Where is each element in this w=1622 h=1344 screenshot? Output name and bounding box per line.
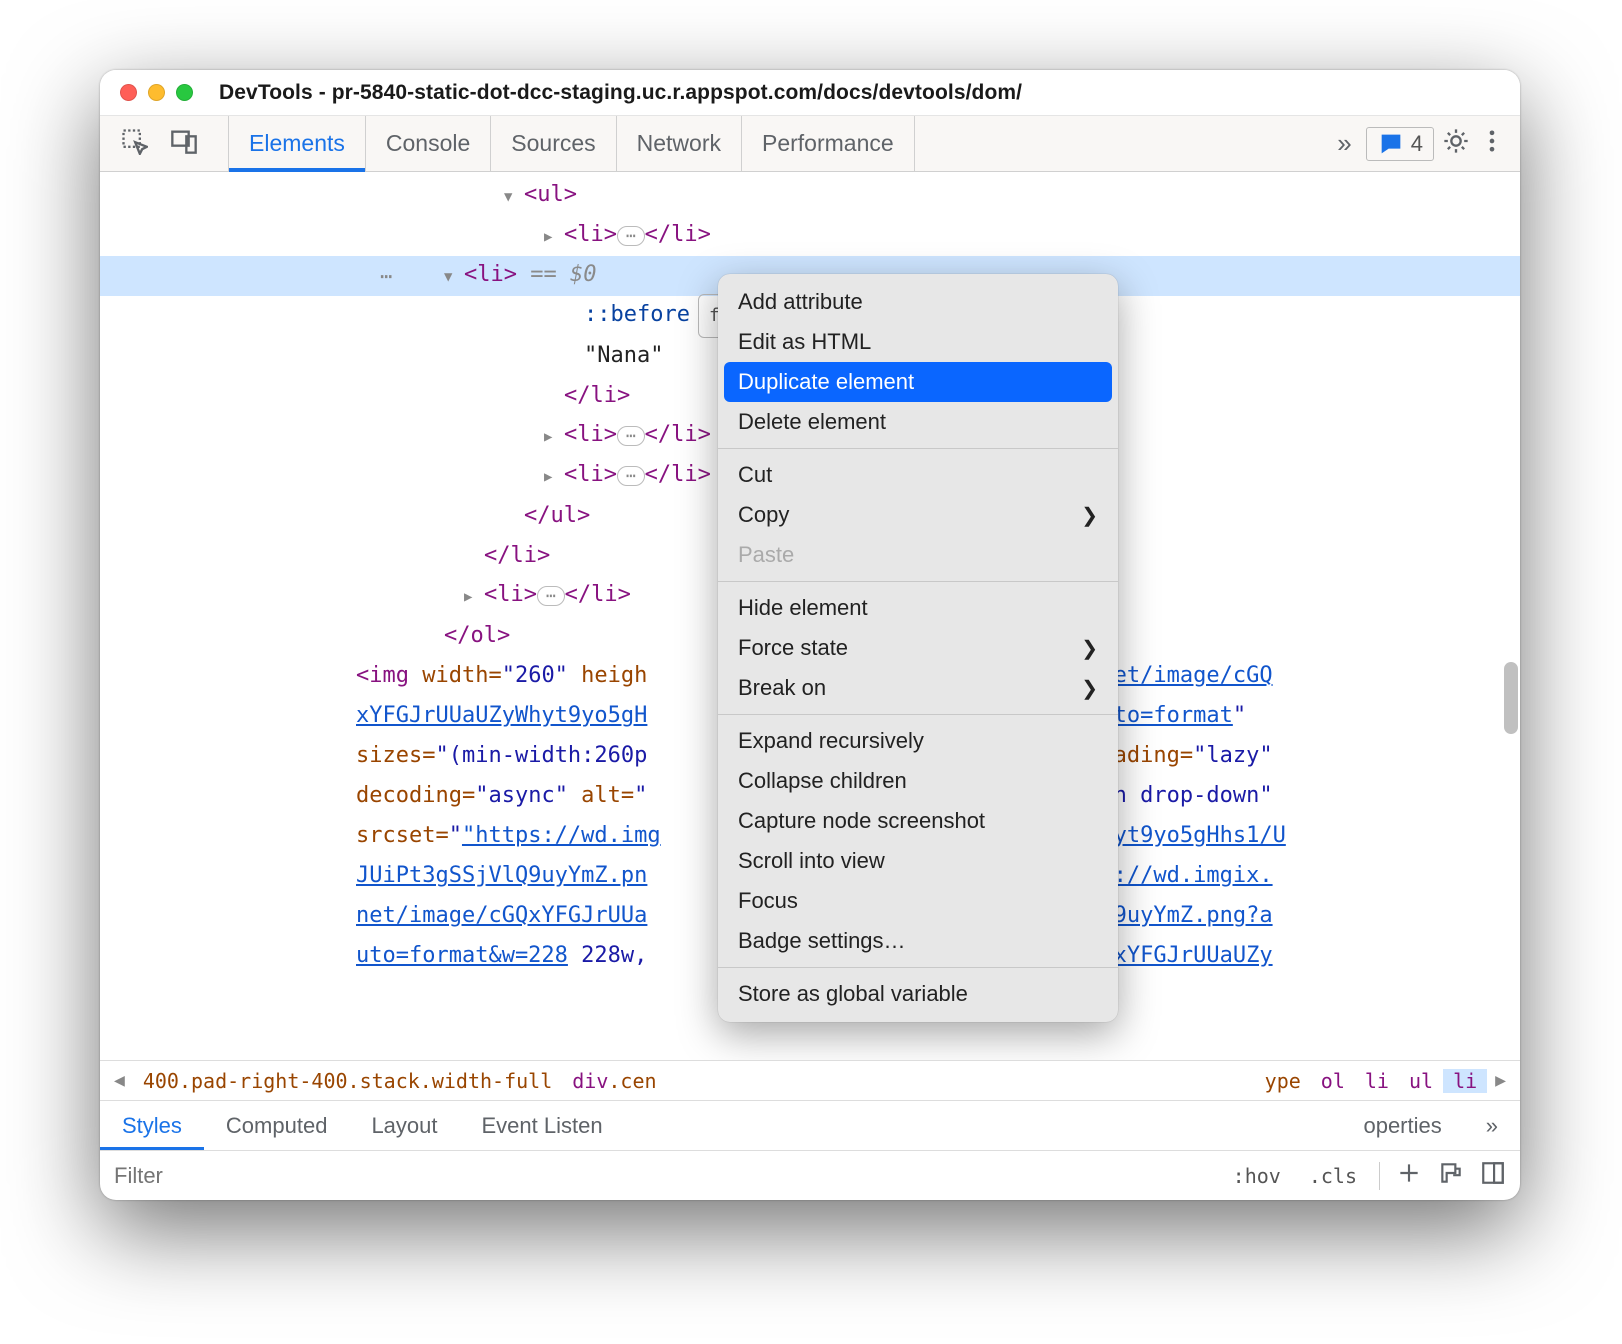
menu-expand-recursively[interactable]: Expand recursively	[718, 721, 1118, 761]
tab-elements[interactable]: Elements	[228, 116, 365, 171]
menu-break-on[interactable]: Break on❯	[718, 668, 1118, 708]
hov-toggle[interactable]: :hov	[1227, 1162, 1287, 1190]
crumb-scroll-right-icon[interactable]: ▶	[1487, 1070, 1514, 1091]
crumb-li[interactable]: li	[1355, 1069, 1399, 1093]
menu-separator	[718, 967, 1118, 968]
menu-separator	[718, 448, 1118, 449]
tab-layout[interactable]: Layout	[349, 1101, 459, 1150]
ellipsis-icon[interactable]: ⋯	[537, 586, 565, 606]
more-sidebar-tabs-icon[interactable]: »	[1464, 1101, 1520, 1150]
issues-badge[interactable]: 4	[1366, 127, 1434, 161]
window-title: DevTools - pr-5840-static-dot-dcc-stagin…	[219, 81, 1022, 105]
menu-delete-element[interactable]: Delete element	[718, 402, 1118, 442]
crumb-li-selected[interactable]: li	[1443, 1069, 1487, 1093]
menu-cut[interactable]: Cut	[718, 455, 1118, 495]
chevron-right-icon: ❯	[1081, 636, 1098, 661]
scrollbar-thumb[interactable]	[1504, 662, 1518, 734]
sidebar-tabs: Styles Computed Layout Event Listen oper…	[100, 1100, 1520, 1150]
more-tabs-icon[interactable]: »	[1331, 128, 1357, 159]
main-tabs: Elements Console Sources Network Perform…	[218, 116, 915, 171]
inspect-element-icon[interactable]	[120, 127, 148, 160]
settings-gear-icon[interactable]	[1442, 127, 1470, 160]
pseudo-before[interactable]: ::before	[584, 302, 690, 327]
tab-properties[interactable]: operties	[1341, 1101, 1463, 1150]
breadcrumb[interactable]: ◀ 400.pad-right-400.stack.width-full div…	[100, 1060, 1520, 1100]
crumb-ol[interactable]: ol	[1311, 1069, 1355, 1093]
ellipsis-icon[interactable]: ⋯	[617, 226, 645, 246]
tab-styles[interactable]: Styles	[100, 1101, 204, 1150]
menu-collapse-children[interactable]: Collapse children	[718, 761, 1118, 801]
device-toolbar-icon[interactable]	[170, 127, 198, 160]
new-style-rule-icon[interactable]	[1396, 1160, 1422, 1192]
devtools-window: DevTools - pr-5840-static-dot-dcc-stagin…	[100, 70, 1520, 1200]
ellipsis-icon[interactable]: ⋯	[617, 466, 645, 486]
fullscreen-icon[interactable]	[176, 84, 193, 101]
titlebar: DevTools - pr-5840-static-dot-dcc-stagin…	[100, 70, 1520, 116]
menu-duplicate-element[interactable]: Duplicate element	[724, 362, 1112, 402]
chevron-right-icon: ❯	[1081, 503, 1098, 528]
paint-icon[interactable]	[1438, 1160, 1464, 1192]
menu-badge-settings[interactable]: Badge settings…	[718, 921, 1118, 961]
minimize-icon[interactable]	[148, 84, 165, 101]
menu-focus[interactable]: Focus	[718, 881, 1118, 921]
tab-network[interactable]: Network	[616, 116, 741, 171]
menu-store-global[interactable]: Store as global variable	[718, 974, 1118, 1014]
computed-pane-icon[interactable]	[1480, 1160, 1506, 1192]
traffic-lights	[120, 84, 193, 101]
menu-hide-element[interactable]: Hide element	[718, 588, 1118, 628]
menu-capture-screenshot[interactable]: Capture node screenshot	[718, 801, 1118, 841]
menu-separator	[718, 581, 1118, 582]
menu-copy[interactable]: Copy❯	[718, 495, 1118, 535]
tab-sources[interactable]: Sources	[490, 116, 615, 171]
crumb-scroll-left-icon[interactable]: ◀	[106, 1070, 133, 1091]
issues-count: 4	[1411, 131, 1423, 157]
cls-toggle[interactable]: .cls	[1303, 1162, 1363, 1190]
kebab-menu-icon[interactable]	[1478, 127, 1506, 160]
tab-performance[interactable]: Performance	[741, 116, 915, 171]
tag-li[interactable]: <li>	[564, 222, 617, 247]
tab-event-listeners[interactable]: Event Listen	[460, 1101, 625, 1150]
menu-force-state[interactable]: Force state❯	[718, 628, 1118, 668]
filter-input[interactable]	[114, 1163, 1211, 1189]
tab-console[interactable]: Console	[365, 116, 490, 171]
elements-panel: ▼<ul> ▶<li>⋯</li> ⋯▼<li> == $0 ::beforef…	[100, 172, 1520, 1060]
menu-add-attribute[interactable]: Add attribute	[718, 282, 1118, 322]
divider	[1379, 1162, 1380, 1190]
close-icon[interactable]	[120, 84, 137, 101]
gutter-dots-icon[interactable]: ⋯	[380, 264, 394, 288]
menu-separator	[718, 714, 1118, 715]
menu-edit-as-html[interactable]: Edit as HTML	[718, 322, 1118, 362]
menu-paste: Paste	[718, 535, 1118, 575]
text-node[interactable]: "Nana"	[584, 343, 663, 368]
main-toolbar: Elements Console Sources Network Perform…	[100, 116, 1520, 172]
ellipsis-icon[interactable]: ⋯	[617, 426, 645, 446]
crumb-ul[interactable]: ul	[1399, 1069, 1443, 1093]
chevron-right-icon: ❯	[1081, 676, 1098, 701]
context-menu: Add attribute Edit as HTML Duplicate ele…	[718, 274, 1118, 1022]
tab-computed[interactable]: Computed	[204, 1101, 350, 1150]
menu-scroll-into-view[interactable]: Scroll into view	[718, 841, 1118, 881]
styles-filter-bar: :hov .cls	[100, 1150, 1520, 1200]
tag-ul[interactable]: <ul>	[524, 182, 577, 207]
